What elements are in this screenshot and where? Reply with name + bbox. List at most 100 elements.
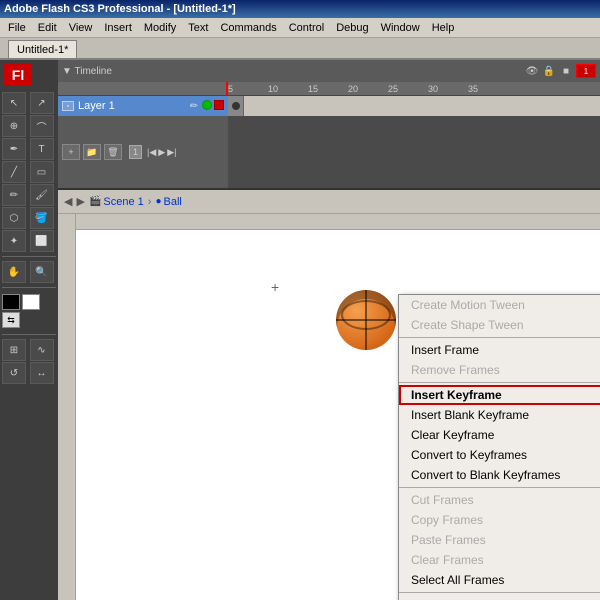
rotate-tool[interactable]: ↺ bbox=[2, 362, 26, 384]
tab-label: Untitled-1* bbox=[17, 44, 68, 56]
subselect-tool[interactable]: ↗ bbox=[30, 92, 54, 114]
swap-colors[interactable]: ⇆ bbox=[2, 312, 20, 328]
rect-tool[interactable]: ▭ bbox=[30, 161, 54, 183]
timeline-icons: 👁 🔒 ■ 1 bbox=[525, 64, 596, 78]
menu-help[interactable]: Help bbox=[426, 20, 461, 36]
ruler-mark: 35 bbox=[468, 84, 508, 94]
menu-commands[interactable]: Commands bbox=[214, 20, 282, 36]
keyframe-cell[interactable] bbox=[228, 96, 244, 116]
ctx-copy-motion[interactable]: Copy Motion bbox=[399, 595, 600, 600]
pen-tool[interactable]: ✒ bbox=[2, 138, 26, 160]
edit-layer-icon[interactable]: ✏ bbox=[188, 100, 200, 112]
line-tool[interactable]: ╱ bbox=[2, 161, 26, 183]
ctx-clear-frames[interactable]: Clear Frames bbox=[399, 550, 600, 570]
eye-icon[interactable]: 👁 bbox=[525, 64, 539, 78]
ctx-create-shape-tween[interactable]: Create Shape Tween bbox=[399, 315, 600, 335]
crosshair-icon: + bbox=[271, 280, 279, 294]
menu-file[interactable]: File bbox=[2, 20, 32, 36]
back-btn[interactable]: ◀ bbox=[64, 195, 72, 208]
delete-layer-btn[interactable]: 🗑 bbox=[104, 144, 122, 160]
playback-controls: |◀ ▶ ▶| bbox=[147, 147, 176, 158]
menu-control[interactable]: Control bbox=[283, 20, 330, 36]
menu-edit[interactable]: Edit bbox=[32, 20, 63, 36]
ctx-create-motion-tween[interactable]: Create Motion Tween bbox=[399, 295, 600, 315]
free-transform-tool[interactable]: ⊕ bbox=[2, 115, 26, 137]
layer-frames[interactable] bbox=[228, 96, 600, 116]
menu-view[interactable]: View bbox=[63, 20, 99, 36]
vertical-ruler bbox=[58, 214, 76, 600]
frame-indicator[interactable]: 1 bbox=[576, 64, 596, 78]
fill-color[interactable] bbox=[22, 294, 40, 310]
stroke-color[interactable] bbox=[2, 294, 20, 310]
ctx-convert-to-keyframes[interactable]: Convert to Keyframes bbox=[399, 445, 600, 465]
menu-window[interactable]: Window bbox=[375, 20, 426, 36]
ctx-paste-frames[interactable]: Paste Frames bbox=[399, 530, 600, 550]
ctx-clear-keyframe[interactable]: Clear Keyframe bbox=[399, 425, 600, 445]
select-tool[interactable]: ↖ bbox=[2, 92, 26, 114]
toolbar-divider-3 bbox=[2, 334, 56, 335]
pencil-tool[interactable]: ✏ bbox=[2, 184, 26, 206]
content-area: ▼ Timeline 👁 🔒 ■ 1 5 10 15 20 25 bbox=[58, 60, 600, 600]
object-link[interactable]: ● Ball bbox=[155, 196, 181, 208]
zoom-tool[interactable]: 🔍 bbox=[30, 261, 54, 283]
ctx-sep-1 bbox=[399, 337, 600, 338]
timeline-bottom-controls: + 📁 🗑 1 |◀ ▶ ▶| bbox=[58, 116, 228, 188]
layer-name: Layer 1 bbox=[78, 100, 115, 112]
breadcrumb-sep: › bbox=[148, 196, 152, 208]
ctx-copy-frames[interactable]: Copy Frames bbox=[399, 510, 600, 530]
toolbar-divider-1 bbox=[2, 256, 56, 257]
frames-empty-area bbox=[228, 116, 600, 188]
brush-tool[interactable]: 🖌 bbox=[30, 184, 54, 206]
color-tools: ⇆ bbox=[0, 290, 58, 332]
next-frame-btn[interactable]: ▶| bbox=[167, 147, 176, 158]
ctx-select-all-frames[interactable]: Select All Frames bbox=[399, 570, 600, 590]
ctx-insert-frame[interactable]: Insert Frame bbox=[399, 340, 600, 360]
document-tab[interactable]: Untitled-1* bbox=[8, 40, 77, 58]
ruler-mark: 30 bbox=[428, 84, 468, 94]
toolbar: Fl ↖ ↗ ⊕ ⌒ ✒ T ╱ ▭ ✏ 🖌 ⬡ 🪣 ✦ ⬜ ✋ bbox=[0, 60, 58, 600]
hand-tool[interactable]: ✋ bbox=[2, 261, 26, 283]
menu-insert[interactable]: Insert bbox=[98, 20, 138, 36]
basketball-curve bbox=[341, 300, 391, 330]
title-text: Adobe Flash CS3 Professional - [Untitled… bbox=[4, 3, 236, 15]
forward-btn[interactable]: ▶ bbox=[76, 195, 84, 208]
outline-icon[interactable]: ■ bbox=[559, 64, 573, 78]
basketball bbox=[336, 290, 396, 350]
current-frame: 1 bbox=[129, 145, 142, 159]
ruler-mark: 20 bbox=[348, 84, 388, 94]
horizontal-ruler bbox=[76, 214, 600, 230]
symbol-icon: ● bbox=[155, 196, 161, 207]
canvas-area: + Create Motion Tween Create Shape Tween… bbox=[58, 214, 600, 600]
ink-bottle-tool[interactable]: ⬡ bbox=[2, 207, 26, 229]
text-tool[interactable]: T bbox=[30, 138, 54, 160]
lock-layer-btn[interactable] bbox=[202, 100, 212, 110]
prev-frame-btn[interactable]: |◀ bbox=[147, 147, 156, 158]
snap-tool[interactable]: ⊞ bbox=[2, 339, 26, 361]
menu-debug[interactable]: Debug bbox=[330, 20, 374, 36]
ctx-insert-keyframe[interactable]: Insert Keyframe bbox=[399, 385, 600, 405]
snap-tools: ⊞ ∿ ↺ ↔ bbox=[0, 337, 58, 386]
scale-tool[interactable]: ↔ bbox=[30, 362, 54, 384]
ctx-insert-blank-keyframe[interactable]: Insert Blank Keyframe bbox=[399, 405, 600, 425]
tool-panel: ↖ ↗ ⊕ ⌒ ✒ T ╱ ▭ ✏ 🖌 ⬡ 🪣 ✦ ⬜ bbox=[0, 90, 58, 254]
outline-layer-btn[interactable] bbox=[214, 100, 224, 110]
scene-icon: 🎬 bbox=[89, 196, 101, 207]
ctx-sep-4 bbox=[399, 592, 600, 593]
menu-modify[interactable]: Modify bbox=[138, 20, 182, 36]
ctx-remove-frames[interactable]: Remove Frames bbox=[399, 360, 600, 380]
add-folder-btn[interactable]: 📁 bbox=[83, 144, 101, 160]
lasso-tool[interactable]: ⌒ bbox=[30, 115, 54, 137]
lock-icon[interactable]: 🔒 bbox=[542, 64, 556, 78]
ctx-cut-frames[interactable]: Cut Frames bbox=[399, 490, 600, 510]
paint-bucket-tool[interactable]: 🪣 bbox=[30, 207, 54, 229]
smooth-tool[interactable]: ∿ bbox=[30, 339, 54, 361]
play-btn[interactable]: ▶ bbox=[158, 147, 165, 158]
eyedropper-tool[interactable]: ✦ bbox=[2, 230, 26, 252]
scene-link[interactable]: 🎬 Scene 1 bbox=[89, 196, 144, 208]
new-layer-btn[interactable]: + bbox=[62, 144, 80, 160]
menu-text[interactable]: Text bbox=[182, 20, 214, 36]
ctx-convert-to-blank-keyframes[interactable]: Convert to Blank Keyframes bbox=[399, 465, 600, 485]
eraser-tool[interactable]: ⬜ bbox=[30, 230, 54, 252]
ruler-mark: 25 bbox=[388, 84, 428, 94]
timeline-label: ▼ Timeline bbox=[62, 66, 112, 77]
